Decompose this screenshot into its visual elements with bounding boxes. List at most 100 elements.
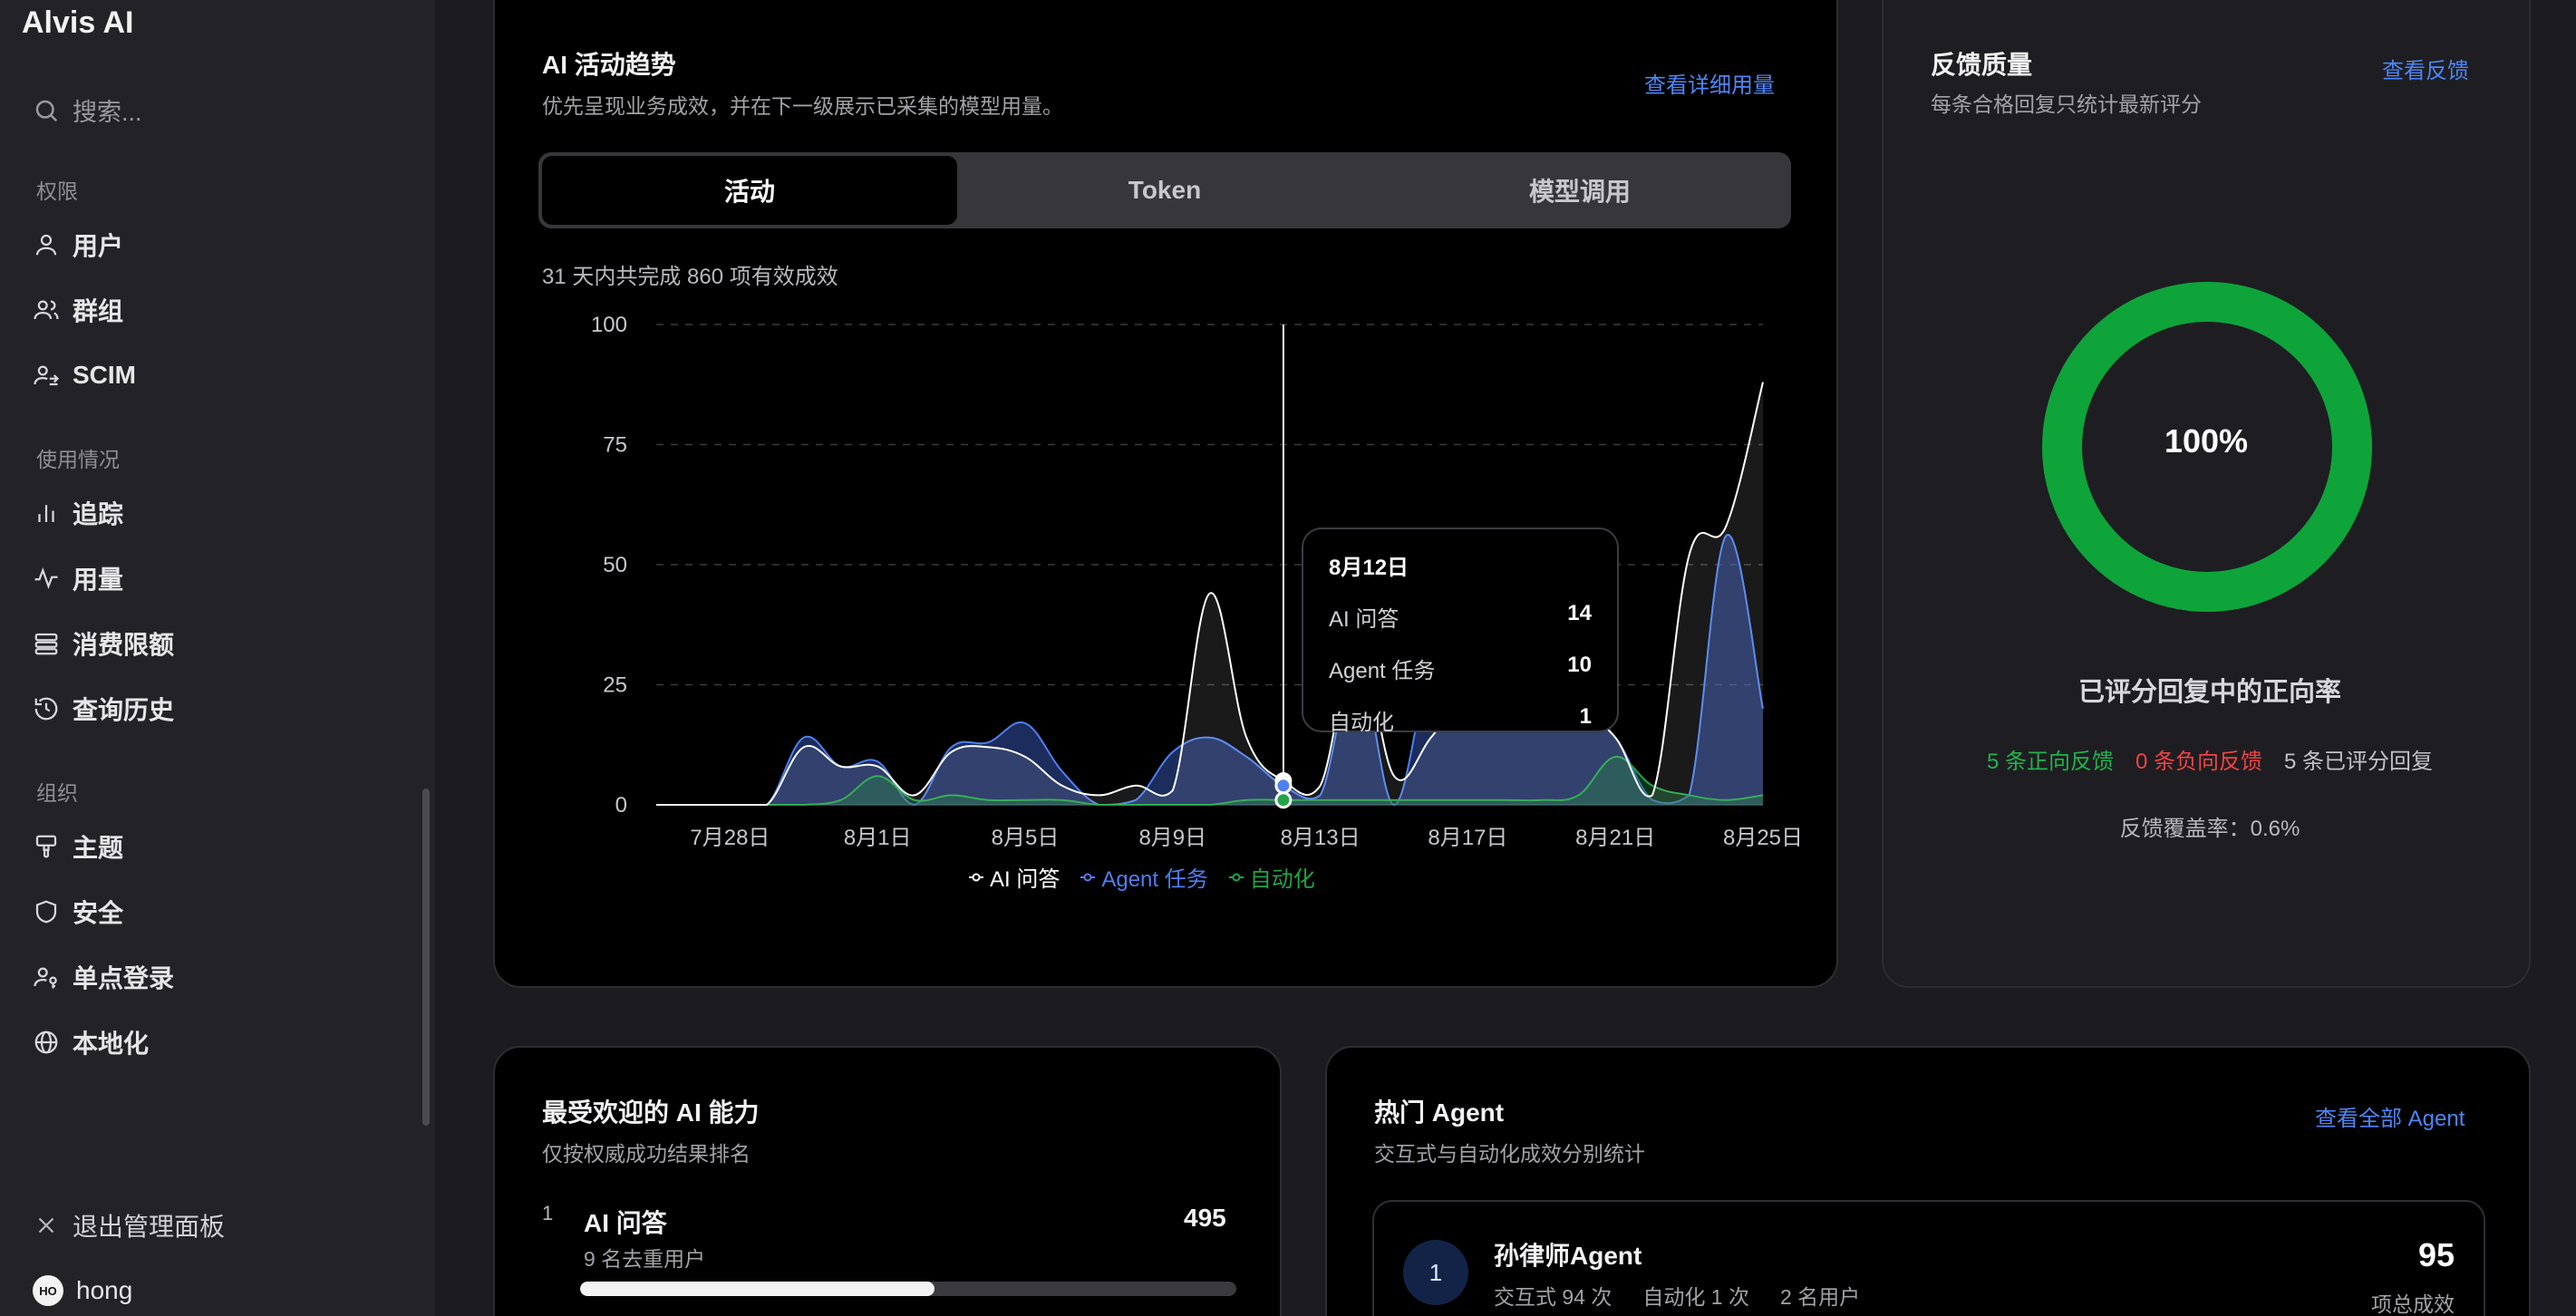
chart-legend: AI 问答 Agent 任务 自动化 (968, 861, 1315, 893)
x-tick-label: 8月21日 (1575, 826, 1655, 850)
activity-icon (34, 566, 58, 590)
sidebar-item-security[interactable]: 安全 (33, 894, 123, 930)
y-tick-label: 100 (591, 313, 627, 337)
search-placeholder: 搜索... (73, 99, 142, 126)
sidebar-item-users[interactable]: 用户 (33, 227, 123, 263)
history-icon (34, 697, 58, 721)
tooltip-value: 14 (1567, 601, 1592, 625)
tab-token[interactable]: Token (957, 156, 1372, 225)
activity-tabs: 活动 Token 模型调用 (538, 152, 1791, 228)
exit-admin-label: 退出管理面板 (73, 1213, 226, 1241)
sidebar-item-theme[interactable]: 主题 (33, 828, 123, 865)
activity-subtitle: 优先呈现业务成效，并在下一级展示已采集的模型用量。 (542, 94, 1063, 118)
legend-agent-task[interactable]: Agent 任务 (1080, 861, 1208, 893)
chart-tooltip: 8月12日 AI 问答 14 Agent 任务 10 自动化 1 (1302, 527, 1619, 735)
activity-chart[interactable]: 0 25 50 75 100 7月28日 8月1日 8月5日 8月9日 8月13日 8月17日 8月2… (544, 299, 1813, 852)
y-tick-label: 50 (603, 553, 627, 577)
x-tick-label: 8月5日 (992, 826, 1060, 850)
legend-ai-qa[interactable]: AI 问答 (968, 861, 1060, 893)
feedback-coverage: 反馈覆盖率：0.6% (2119, 817, 2300, 841)
capabilities-subtitle: 仅按权威成功结果排名 (542, 1142, 751, 1166)
legend-label: AI 问答 (990, 867, 1060, 892)
scim-icon (34, 365, 60, 386)
sidebar-item-label: 本地化 (73, 1030, 150, 1058)
capabilities-title: 最受欢迎的 AI 能力 (542, 1098, 760, 1127)
view-usage-link[interactable]: 查看详细用量 (1644, 67, 1775, 99)
sidebar-item-usage[interactable]: 用量 (33, 560, 123, 596)
sidebar-item-label: 群组 (73, 297, 124, 325)
feedback-stats: 5 条正向反馈 0 条负向反馈 5 条已评分回复 (1884, 743, 2536, 775)
agent-interactive: 交互式 94 次 (1494, 1285, 1612, 1309)
tooltip-value: 1 (1579, 704, 1592, 729)
bar-chart-icon (38, 505, 54, 522)
x-tick-label: 8月9日 (1138, 826, 1206, 850)
agent-automation: 自动化 1 次 (1642, 1285, 1749, 1309)
capability-progress (580, 1282, 1236, 1296)
sidebar-item-label: 查询历史 (73, 696, 175, 724)
section-label-permissions: 权限 (36, 179, 78, 203)
tooltip-date: 8月12日 (1329, 556, 1409, 580)
y-tick-label: 0 (615, 793, 627, 818)
user-icon (35, 234, 57, 256)
sidebar-item-tracking[interactable]: 追踪 (33, 495, 123, 531)
legend-label: Agent 任务 (1101, 867, 1208, 892)
view-feedback-link[interactable]: 查看反馈 (2382, 53, 2469, 84)
agents-subtitle: 交互式与自动化成效分别统计 (1374, 1142, 1645, 1166)
sidebar-item-label: 用户 (73, 232, 124, 260)
tab-model-calls[interactable]: 模型调用 (1372, 156, 1787, 225)
rated-count: 5 条已评分回复 (2284, 750, 2434, 774)
agent-row[interactable]: 1 孙律师Agent 交互式 94 次 自动化 1 次 2 名用户 95 项总成… (1372, 1200, 2485, 1316)
feedback-title: 反馈质量 (1931, 51, 2033, 79)
quota-icon (34, 633, 58, 655)
feedback-rate: 100% (2164, 422, 2249, 460)
sidebar-item-sso[interactable]: 单点登录 (33, 959, 174, 995)
globe-icon (34, 1031, 58, 1054)
sidebar-item-label: SCIM (73, 361, 136, 389)
sidebar-item-spend-limit[interactable]: 消费限额 (33, 625, 174, 662)
y-tick-label: 25 (603, 673, 627, 698)
positive-count: 5 条正向反馈 (1986, 750, 2114, 774)
tooltip-label: 自动化 (1329, 711, 1394, 735)
sidebar-item-label: 单点登录 (73, 964, 175, 992)
legend-automation[interactable]: 自动化 (1228, 861, 1315, 893)
shield-icon (35, 900, 57, 924)
agent-users: 2 名用户 (1779, 1285, 1861, 1309)
capability-progress-fill (580, 1282, 935, 1296)
capability-meta: 9 名去重用户 (584, 1247, 706, 1271)
capabilities-card (493, 1046, 1282, 1316)
user-name: hong (76, 1276, 133, 1304)
activity-title: AI 活动趋势 (542, 51, 676, 79)
search-icon (35, 100, 58, 121)
sidebar-item-query-history[interactable]: 查询历史 (33, 691, 174, 727)
legend-label: 自动化 (1249, 867, 1315, 892)
section-label-organization: 组织 (36, 781, 78, 805)
close-icon (38, 1217, 54, 1234)
user-menu[interactable]: HO hong (33, 1272, 132, 1309)
tooltip-row: AI 问答 14 (1329, 601, 1592, 633)
sidebar-scrollbar[interactable] (422, 789, 430, 1126)
exit-admin-button[interactable]: 退出管理面板 (33, 1207, 225, 1243)
y-tick-label: 75 (603, 433, 627, 458)
sidebar-item-scim[interactable]: SCIM (33, 357, 136, 393)
sidebar-item-localization[interactable]: 本地化 (33, 1024, 149, 1060)
group-icon (34, 300, 59, 320)
sidebar-item-label: 用量 (73, 566, 124, 594)
sidebar-item-groups[interactable]: 群组 (33, 292, 123, 328)
agent-rank: 1 (1403, 1240, 1468, 1305)
sidebar: Alvis AI 搜索... 权限 用户 群组 SCIM 使用情况 追踪 用量 … (0, 0, 435, 1316)
tooltip-label: Agent 任务 (1329, 659, 1436, 683)
agent-total: 95 (2417, 1236, 2455, 1273)
capability-name: AI 问答 (584, 1209, 667, 1237)
view-all-agents-link[interactable]: 查看全部 Agent (2315, 1100, 2465, 1132)
tooltip-row: 自动化 1 (1329, 704, 1592, 736)
sidebar-item-label: 消费限额 (73, 631, 175, 659)
x-tick-label: 8月13日 (1281, 826, 1361, 850)
avatar: HO (33, 1275, 63, 1306)
tooltip-row: Agent 任务 10 (1329, 653, 1592, 684)
highlight-point (1274, 791, 1293, 809)
theme-icon (35, 835, 57, 858)
capability-value: 495 (1184, 1204, 1226, 1232)
agent-meta: 交互式 94 次 自动化 1 次 2 名用户 (1494, 1280, 1860, 1311)
sidebar-search[interactable]: 搜索... (33, 92, 142, 128)
tab-activity[interactable]: 活动 (542, 156, 957, 225)
